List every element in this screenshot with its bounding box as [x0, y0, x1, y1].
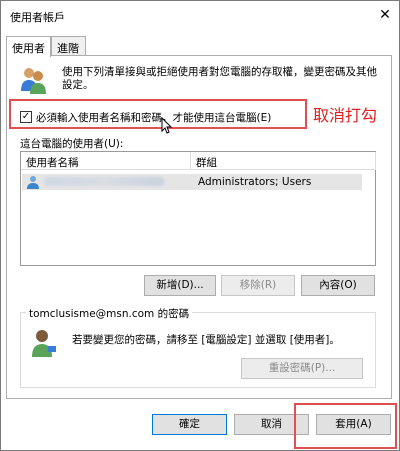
highlight-apply-box — [294, 403, 397, 449]
require-login-checkbox[interactable]: ✓ — [20, 111, 32, 123]
title-bar: 使用者帳戶 ✕ — [1, 1, 399, 31]
close-icon[interactable]: ✕ — [375, 5, 395, 25]
ok-button[interactable]: 確定 — [152, 414, 227, 435]
remove-user-button[interactable]: 移除(R) — [221, 275, 295, 296]
add-user-button[interactable]: 新增(D)... — [144, 275, 216, 296]
row-group-cell: Administrators; Users — [198, 176, 312, 188]
blurred-username — [44, 177, 164, 186]
users-icon — [21, 68, 46, 94]
annotation-text: 取消打勾 — [313, 106, 378, 125]
password-group-title: tomclusisme@msn.com 的密碼 — [26, 306, 193, 321]
table-row[interactable]: Administrators; Users — [22, 174, 362, 190]
description-text: 使用下列清單接與或拒絕使用者對您電腦的存取權，變更密碼及其他設定。 — [62, 66, 377, 91]
users-list[interactable]: 使用者名稱 群組 Administrators; Users — [20, 151, 376, 266]
users-list-label: 這台電腦的使用者(U): — [20, 138, 124, 150]
reset-password-button[interactable]: 重設密碼(P)... — [241, 358, 363, 379]
properties-button[interactable]: 內容(O) — [301, 275, 375, 296]
user-password-icon — [32, 330, 56, 357]
tab-users[interactable]: 使用者 — [6, 36, 51, 57]
password-instruction-text: 若要變更您的密碼，請移至 [電腦設定] 並選取 [使用者]。 — [72, 334, 340, 346]
column-header-username[interactable]: 使用者名稱 — [21, 152, 191, 170]
mouse-cursor-icon — [161, 117, 173, 134]
tab-advanced[interactable]: 進階 — [51, 36, 86, 56]
column-header-group[interactable]: 群組 — [191, 152, 376, 170]
user-icon — [27, 176, 39, 189]
window-title: 使用者帳戶 — [10, 11, 65, 24]
require-login-label[interactable]: 必須輸入使用者名稱和密碼，才能使用這台電腦(E) — [36, 110, 271, 125]
